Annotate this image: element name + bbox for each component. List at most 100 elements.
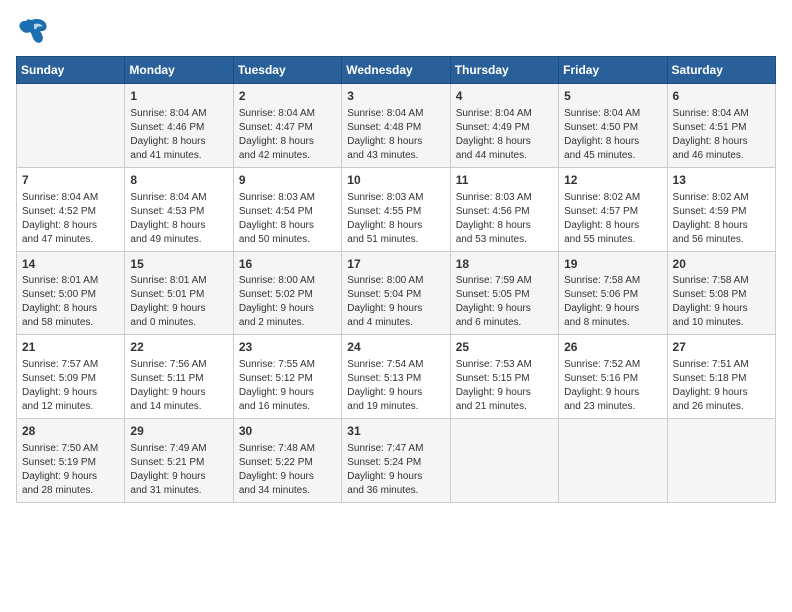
- weekday-header-sunday: Sunday: [17, 57, 125, 84]
- calendar-cell: 4 Sunrise: 8:04 AMSunset: 4:49 PMDaylight…: [450, 84, 558, 168]
- calendar-header: SundayMondayTuesdayWednesdayThursdayFrid…: [17, 57, 776, 84]
- calendar-cell: [559, 419, 667, 503]
- weekday-header-monday: Monday: [125, 57, 233, 84]
- calendar-cell: 15Sunrise: 8:01 AMSunset: 5:01 PMDayligh…: [125, 251, 233, 335]
- day-info: Sunrise: 8:00 AMSunset: 5:02 PMDaylight:…: [239, 274, 336, 330]
- day-number: 16: [239, 256, 336, 273]
- day-info: Sunrise: 8:04 AMSunset: 4:48 PMDaylight:…: [347, 107, 444, 163]
- day-number: 2: [239, 88, 336, 105]
- calendar-cell: 16Sunrise: 8:00 AMSunset: 5:02 PMDayligh…: [233, 251, 341, 335]
- calendar-cell: 22 Sunrise: 7:56 AMSunset: 5:11 PMDayligh…: [125, 335, 233, 419]
- calendar-cell: 5 Sunrise: 8:04 AMSunset: 4:50 PMDaylight…: [559, 84, 667, 168]
- day-number: 22: [130, 339, 227, 356]
- calendar-week-row: 21Sunrise: 7:57 AMSunset: 5:09 PMDayligh…: [17, 335, 776, 419]
- day-number: 19: [564, 256, 661, 273]
- calendar-cell: 26 Sunrise: 7:52 AMSunset: 5:16 PMDayligh…: [559, 335, 667, 419]
- day-info: Sunrise: 8:04 AMSunset: 4:49 PMDaylight:…: [456, 107, 553, 163]
- day-number: 20: [673, 256, 770, 273]
- day-info: Sunrise: 8:03 AMSunset: 4:54 PMDaylight:…: [239, 191, 336, 247]
- day-info: Sunrise: 8:04 AMSunset: 4:51 PMDaylight:…: [673, 107, 770, 163]
- calendar-cell: 21Sunrise: 7:57 AMSunset: 5:09 PMDayligh…: [17, 335, 125, 419]
- day-info: Sunrise: 8:01 AMSunset: 5:01 PMDaylight:…: [130, 274, 227, 330]
- calendar-cell: 9 Sunrise: 8:03 AMSunset: 4:54 PMDaylight…: [233, 167, 341, 251]
- page-header: [16, 16, 776, 44]
- calendar-cell: 13 Sunrise: 8:02 AMSunset: 4:59 PMDayligh…: [667, 167, 775, 251]
- calendar-cell: 19Sunrise: 7:58 AMSunset: 5:06 PMDayligh…: [559, 251, 667, 335]
- day-info: Sunrise: 7:58 AMSunset: 5:06 PMDaylight:…: [564, 274, 661, 330]
- calendar-cell: 18Sunrise: 7:59 AMSunset: 5:05 PMDayligh…: [450, 251, 558, 335]
- calendar-cell: 6 Sunrise: 8:04 AMSunset: 4:51 PMDaylight…: [667, 84, 775, 168]
- day-info: Sunrise: 8:01 AMSunset: 5:00 PMDaylight:…: [22, 274, 119, 330]
- day-number: 14: [22, 256, 119, 273]
- logo: [16, 16, 52, 44]
- weekday-header-row: SundayMondayTuesdayWednesdayThursdayFrid…: [17, 57, 776, 84]
- calendar-cell: 20Sunrise: 7:58 AMSunset: 5:08 PMDayligh…: [667, 251, 775, 335]
- day-number: 30: [239, 423, 336, 440]
- weekday-header-friday: Friday: [559, 57, 667, 84]
- day-info: Sunrise: 8:00 AMSunset: 5:04 PMDaylight:…: [347, 274, 444, 330]
- weekday-header-tuesday: Tuesday: [233, 57, 341, 84]
- calendar-cell: 31Sunrise: 7:47 AMSunset: 5:24 PMDayligh…: [342, 419, 450, 503]
- day-number: 26: [564, 339, 661, 356]
- day-info: Sunrise: 7:59 AMSunset: 5:05 PMDaylight:…: [456, 274, 553, 330]
- weekday-header-saturday: Saturday: [667, 57, 775, 84]
- day-number: 4: [456, 88, 553, 105]
- day-info: Sunrise: 8:02 AMSunset: 4:57 PMDaylight:…: [564, 191, 661, 247]
- calendar-cell: 1 Sunrise: 8:04 AMSunset: 4:46 PMDaylight…: [125, 84, 233, 168]
- day-info: Sunrise: 8:04 AMSunset: 4:47 PMDaylight:…: [239, 107, 336, 163]
- day-number: 1: [130, 88, 227, 105]
- calendar-cell: 30 Sunrise: 7:48 AMSunset: 5:22 PMDayligh…: [233, 419, 341, 503]
- day-number: 10: [347, 172, 444, 189]
- day-number: 11: [456, 172, 553, 189]
- day-info: Sunrise: 7:55 AMSunset: 5:12 PMDaylight:…: [239, 358, 336, 414]
- day-info: Sunrise: 8:04 AMSunset: 4:46 PMDaylight:…: [130, 107, 227, 163]
- calendar-cell: 23Sunrise: 7:55 AMSunset: 5:12 PMDayligh…: [233, 335, 341, 419]
- calendar-cell: [17, 84, 125, 168]
- day-info: Sunrise: 7:47 AMSunset: 5:24 PMDaylight:…: [347, 442, 444, 498]
- day-number: 6: [673, 88, 770, 105]
- day-number: 8: [130, 172, 227, 189]
- day-info: Sunrise: 8:03 AMSunset: 4:56 PMDaylight:…: [456, 191, 553, 247]
- day-info: Sunrise: 8:04 AMSunset: 4:50 PMDaylight:…: [564, 107, 661, 163]
- calendar-cell: 27Sunrise: 7:51 AMSunset: 5:18 PMDayligh…: [667, 335, 775, 419]
- day-info: Sunrise: 7:49 AMSunset: 5:21 PMDaylight:…: [130, 442, 227, 498]
- day-number: 12: [564, 172, 661, 189]
- calendar-cell: 17Sunrise: 8:00 AMSunset: 5:04 PMDayligh…: [342, 251, 450, 335]
- calendar-cell: 2 Sunrise: 8:04 AMSunset: 4:47 PMDaylight…: [233, 84, 341, 168]
- day-number: 28: [22, 423, 119, 440]
- day-info: Sunrise: 7:52 AMSunset: 5:16 PMDaylight:…: [564, 358, 661, 414]
- calendar-cell: [667, 419, 775, 503]
- day-number: 29: [130, 423, 227, 440]
- calendar-cell: 8 Sunrise: 8:04 AMSunset: 4:53 PMDaylight…: [125, 167, 233, 251]
- calendar-cell: 24Sunrise: 7:54 AMSunset: 5:13 PMDayligh…: [342, 335, 450, 419]
- calendar-cell: 25 Sunrise: 7:53 AMSunset: 5:15 PMDayligh…: [450, 335, 558, 419]
- calendar-week-row: 14Sunrise: 8:01 AMSunset: 5:00 PMDayligh…: [17, 251, 776, 335]
- day-info: Sunrise: 7:53 AMSunset: 5:15 PMDaylight:…: [456, 358, 553, 414]
- day-info: Sunrise: 7:48 AMSunset: 5:22 PMDaylight:…: [239, 442, 336, 498]
- calendar-cell: 11 Sunrise: 8:03 AMSunset: 4:56 PMDayligh…: [450, 167, 558, 251]
- day-number: 15: [130, 256, 227, 273]
- day-info: Sunrise: 7:56 AMSunset: 5:11 PMDaylight:…: [130, 358, 227, 414]
- day-number: 17: [347, 256, 444, 273]
- day-number: 7: [22, 172, 119, 189]
- calendar-cell: 28 Sunrise: 7:50 AMSunset: 5:19 PMDayligh…: [17, 419, 125, 503]
- calendar-week-row: 7 Sunrise: 8:04 AMSunset: 4:52 PMDaylight…: [17, 167, 776, 251]
- day-number: 5: [564, 88, 661, 105]
- day-info: Sunrise: 8:04 AMSunset: 4:52 PMDaylight:…: [22, 191, 119, 247]
- day-number: 18: [456, 256, 553, 273]
- day-number: 13: [673, 172, 770, 189]
- calendar-cell: 10 Sunrise: 8:03 AMSunset: 4:55 PMDayligh…: [342, 167, 450, 251]
- day-info: Sunrise: 7:58 AMSunset: 5:08 PMDaylight:…: [673, 274, 770, 330]
- day-info: Sunrise: 7:50 AMSunset: 5:19 PMDaylight:…: [22, 442, 119, 498]
- day-info: Sunrise: 8:03 AMSunset: 4:55 PMDaylight:…: [347, 191, 444, 247]
- day-number: 21: [22, 339, 119, 356]
- calendar-cell: 14Sunrise: 8:01 AMSunset: 5:00 PMDayligh…: [17, 251, 125, 335]
- day-number: 24: [347, 339, 444, 356]
- day-info: Sunrise: 8:02 AMSunset: 4:59 PMDaylight:…: [673, 191, 770, 247]
- day-number: 9: [239, 172, 336, 189]
- day-info: Sunrise: 8:04 AMSunset: 4:53 PMDaylight:…: [130, 191, 227, 247]
- calendar-body: 1 Sunrise: 8:04 AMSunset: 4:46 PMDaylight…: [17, 84, 776, 503]
- day-number: 3: [347, 88, 444, 105]
- day-number: 25: [456, 339, 553, 356]
- calendar-cell: 7 Sunrise: 8:04 AMSunset: 4:52 PMDaylight…: [17, 167, 125, 251]
